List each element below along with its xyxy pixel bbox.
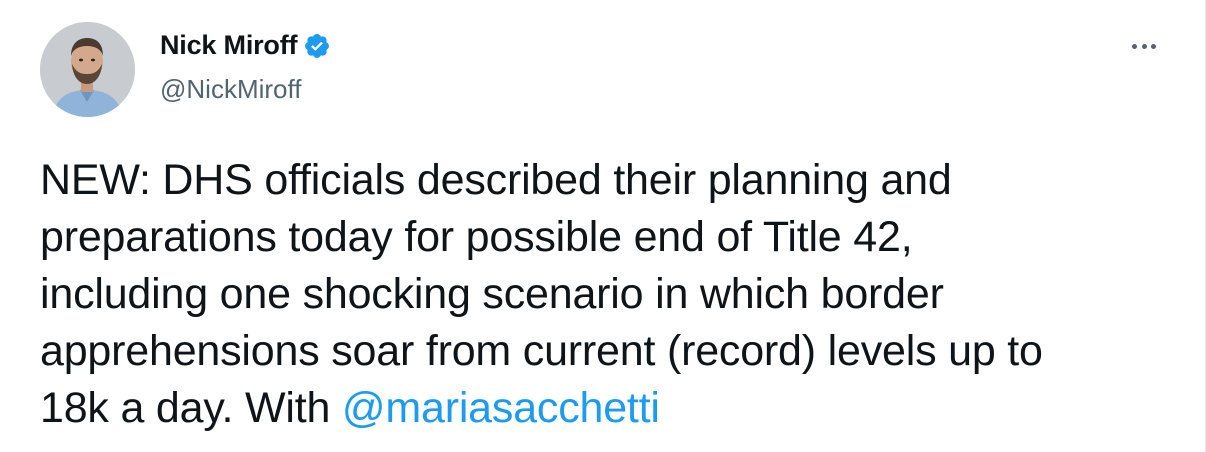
- more-options-icon[interactable]: [1132, 34, 1156, 58]
- more-dot: [1132, 43, 1137, 49]
- avatar[interactable]: [40, 22, 135, 117]
- avatar-image: [40, 22, 135, 117]
- tweet-text-line: apprehensions soar from current (record)…: [40, 327, 1043, 375]
- more-dot: [1151, 43, 1156, 49]
- tweet-text-fragment: 18k a day. With: [40, 384, 342, 432]
- author-display-name[interactable]: Nick Miroff: [160, 30, 298, 61]
- tweet-text-line: including one shocking scenario in which…: [40, 270, 944, 318]
- mention-link[interactable]: @mariasacchetti: [342, 384, 660, 432]
- author-name-row[interactable]: Nick Miroff: [160, 30, 331, 61]
- verified-badge-icon: [303, 32, 331, 60]
- tweet-card: Nick Miroff @NickMiroff NEW: DHS officia…: [0, 0, 1206, 452]
- author-handle[interactable]: @NickMiroff: [160, 74, 301, 105]
- tweet-text-line-last: 18k a day. With @mariasacchetti: [40, 380, 1180, 437]
- tweet-text-line: preparations today for possible end of T…: [40, 213, 913, 261]
- more-dot: [1141, 43, 1147, 49]
- tweet-text: NEW: DHS officials described their plann…: [40, 152, 1180, 437]
- tweet-text-line: NEW: DHS officials described their plann…: [40, 156, 952, 204]
